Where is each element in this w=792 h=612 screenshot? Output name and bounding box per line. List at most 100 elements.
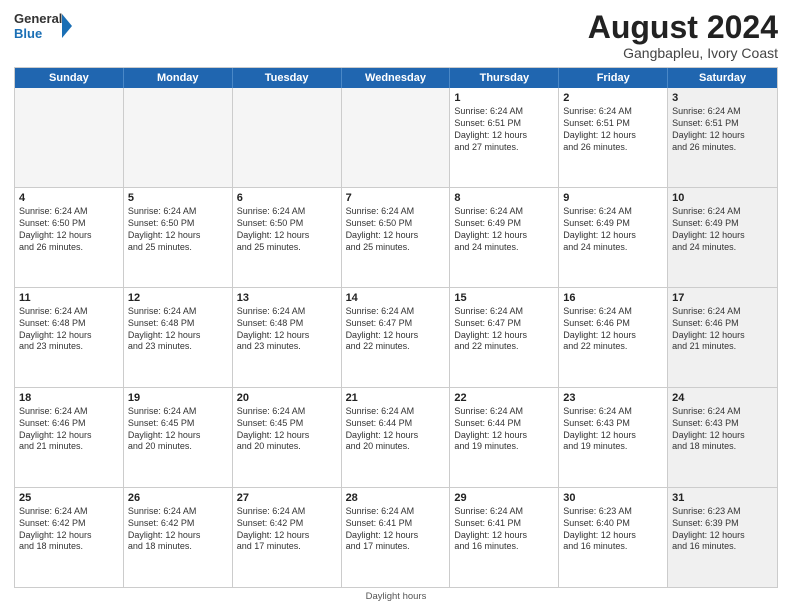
day-info-line: Daylight: 12 hours xyxy=(128,230,228,242)
day-info-line: Sunrise: 6:24 AM xyxy=(128,306,228,318)
day-cell-18: 18Sunrise: 6:24 AMSunset: 6:46 PMDayligh… xyxy=(15,388,124,487)
header-day-saturday: Saturday xyxy=(668,68,777,88)
day-number: 12 xyxy=(128,291,228,305)
day-info-line: Sunrise: 6:24 AM xyxy=(237,306,337,318)
day-cell-11: 11Sunrise: 6:24 AMSunset: 6:48 PMDayligh… xyxy=(15,288,124,387)
svg-text:Blue: Blue xyxy=(14,26,42,41)
day-info-line: Sunrise: 6:24 AM xyxy=(128,506,228,518)
day-info-line: and 20 minutes. xyxy=(237,441,337,453)
day-cell-31: 31Sunrise: 6:23 AMSunset: 6:39 PMDayligh… xyxy=(668,488,777,587)
day-info-line: Sunset: 6:42 PM xyxy=(237,518,337,530)
day-info-line: Daylight: 12 hours xyxy=(672,130,773,142)
day-cell-14: 14Sunrise: 6:24 AMSunset: 6:47 PMDayligh… xyxy=(342,288,451,387)
empty-cell xyxy=(15,88,124,187)
day-info-line: and 19 minutes. xyxy=(563,441,663,453)
day-info-line: Daylight: 12 hours xyxy=(237,530,337,542)
day-cell-21: 21Sunrise: 6:24 AMSunset: 6:44 PMDayligh… xyxy=(342,388,451,487)
day-cell-23: 23Sunrise: 6:24 AMSunset: 6:43 PMDayligh… xyxy=(559,388,668,487)
day-info-line: and 18 minutes. xyxy=(128,541,228,553)
day-info-line: Sunset: 6:48 PM xyxy=(237,318,337,330)
day-info-line: Sunset: 6:50 PM xyxy=(19,218,119,230)
day-info-line: Sunrise: 6:24 AM xyxy=(672,206,773,218)
day-info-line: Sunset: 6:46 PM xyxy=(672,318,773,330)
calendar-row-4: 18Sunrise: 6:24 AMSunset: 6:46 PMDayligh… xyxy=(15,388,777,488)
day-info-line: and 23 minutes. xyxy=(237,341,337,353)
month-year: August 2024 xyxy=(588,10,778,45)
day-number: 17 xyxy=(672,291,773,305)
day-info-line: and 25 minutes. xyxy=(128,242,228,254)
day-info-line: Sunrise: 6:24 AM xyxy=(128,406,228,418)
day-number: 22 xyxy=(454,391,554,405)
day-number: 29 xyxy=(454,491,554,505)
calendar-row-5: 25Sunrise: 6:24 AMSunset: 6:42 PMDayligh… xyxy=(15,488,777,587)
day-info-line: Sunrise: 6:24 AM xyxy=(454,406,554,418)
day-info-line: Sunrise: 6:24 AM xyxy=(237,206,337,218)
day-info-line: Daylight: 12 hours xyxy=(19,430,119,442)
day-info-line: Sunrise: 6:23 AM xyxy=(672,506,773,518)
calendar-row-3: 11Sunrise: 6:24 AMSunset: 6:48 PMDayligh… xyxy=(15,288,777,388)
day-info-line: Daylight: 12 hours xyxy=(672,330,773,342)
day-info-line: Sunset: 6:48 PM xyxy=(128,318,228,330)
day-info-line: Sunset: 6:45 PM xyxy=(128,418,228,430)
day-info-line: and 25 minutes. xyxy=(237,242,337,254)
day-cell-3: 3Sunrise: 6:24 AMSunset: 6:51 PMDaylight… xyxy=(668,88,777,187)
day-info-line: and 23 minutes. xyxy=(19,341,119,353)
day-cell-16: 16Sunrise: 6:24 AMSunset: 6:46 PMDayligh… xyxy=(559,288,668,387)
day-number: 7 xyxy=(346,191,446,205)
day-info-line: and 24 minutes. xyxy=(672,242,773,254)
day-info-line: Sunset: 6:50 PM xyxy=(128,218,228,230)
day-info-line: and 21 minutes. xyxy=(19,441,119,453)
day-number: 25 xyxy=(19,491,119,505)
day-info-line: Sunset: 6:39 PM xyxy=(672,518,773,530)
day-number: 31 xyxy=(672,491,773,505)
day-info-line: Sunset: 6:44 PM xyxy=(454,418,554,430)
day-info-line: Sunrise: 6:24 AM xyxy=(672,306,773,318)
day-info-line: Sunrise: 6:24 AM xyxy=(563,106,663,118)
day-number: 1 xyxy=(454,91,554,105)
day-info-line: Daylight: 12 hours xyxy=(19,530,119,542)
day-info-line: Sunrise: 6:24 AM xyxy=(19,506,119,518)
day-info-line: Sunrise: 6:24 AM xyxy=(19,306,119,318)
day-cell-15: 15Sunrise: 6:24 AMSunset: 6:47 PMDayligh… xyxy=(450,288,559,387)
day-info-line: Daylight: 12 hours xyxy=(454,230,554,242)
day-number: 16 xyxy=(563,291,663,305)
day-info-line: and 26 minutes. xyxy=(672,142,773,154)
day-cell-6: 6Sunrise: 6:24 AMSunset: 6:50 PMDaylight… xyxy=(233,188,342,287)
day-info-line: Daylight: 12 hours xyxy=(563,230,663,242)
day-cell-10: 10Sunrise: 6:24 AMSunset: 6:49 PMDayligh… xyxy=(668,188,777,287)
day-info-line: Sunset: 6:49 PM xyxy=(672,218,773,230)
day-info-line: Daylight: 12 hours xyxy=(454,530,554,542)
day-number: 9 xyxy=(563,191,663,205)
day-info-line: Daylight: 12 hours xyxy=(19,230,119,242)
day-number: 10 xyxy=(672,191,773,205)
day-info-line: Daylight: 12 hours xyxy=(237,330,337,342)
day-info-line: and 21 minutes. xyxy=(672,341,773,353)
day-number: 14 xyxy=(346,291,446,305)
day-info-line: Sunrise: 6:24 AM xyxy=(454,106,554,118)
day-info-line: and 27 minutes. xyxy=(454,142,554,154)
header-day-thursday: Thursday xyxy=(450,68,559,88)
empty-cell xyxy=(124,88,233,187)
day-info-line: Sunrise: 6:24 AM xyxy=(454,306,554,318)
day-info-line: and 19 minutes. xyxy=(454,441,554,453)
day-number: 4 xyxy=(19,191,119,205)
day-info-line: Sunset: 6:48 PM xyxy=(19,318,119,330)
day-number: 19 xyxy=(128,391,228,405)
day-info-line: and 22 minutes. xyxy=(563,341,663,353)
day-info-line: Daylight: 12 hours xyxy=(672,230,773,242)
day-info-line: Sunrise: 6:24 AM xyxy=(237,506,337,518)
day-cell-9: 9Sunrise: 6:24 AMSunset: 6:49 PMDaylight… xyxy=(559,188,668,287)
footer-note: Daylight hours xyxy=(14,591,778,602)
calendar-row-2: 4Sunrise: 6:24 AMSunset: 6:50 PMDaylight… xyxy=(15,188,777,288)
day-number: 2 xyxy=(563,91,663,105)
day-info-line: Sunset: 6:50 PM xyxy=(237,218,337,230)
logo: GeneralBlue xyxy=(14,10,74,42)
day-info-line: Sunrise: 6:23 AM xyxy=(563,506,663,518)
day-info-line: Sunset: 6:49 PM xyxy=(563,218,663,230)
day-cell-20: 20Sunrise: 6:24 AMSunset: 6:45 PMDayligh… xyxy=(233,388,342,487)
day-info-line: Sunset: 6:42 PM xyxy=(128,518,228,530)
day-info-line: Sunrise: 6:24 AM xyxy=(672,406,773,418)
day-info-line: Sunrise: 6:24 AM xyxy=(346,506,446,518)
day-info-line: Sunrise: 6:24 AM xyxy=(563,206,663,218)
day-cell-27: 27Sunrise: 6:24 AMSunset: 6:42 PMDayligh… xyxy=(233,488,342,587)
